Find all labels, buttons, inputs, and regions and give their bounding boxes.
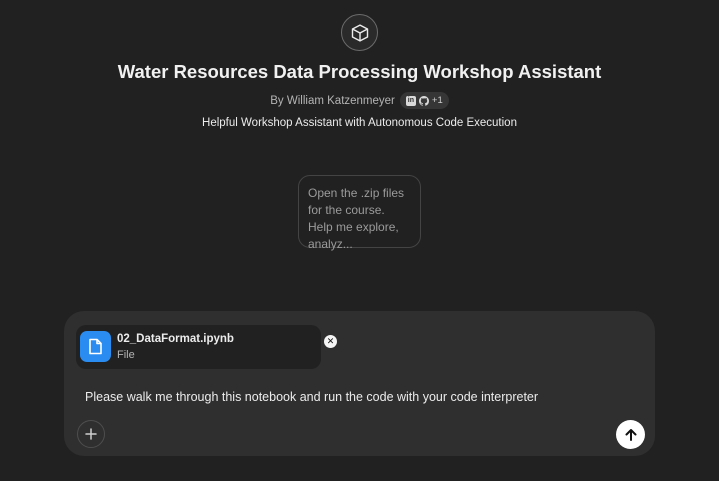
author-name[interactable]: By William Katzenmeyer — [270, 95, 395, 107]
gpt-description: Helpful Workshop Assistant with Autonomo… — [202, 117, 517, 129]
gpt-title: Water Resources Data Processing Workshop… — [117, 61, 602, 82]
file-icon — [80, 331, 111, 362]
conversation-starter[interactable]: Open the .zip files for the course. Help… — [298, 175, 421, 251]
close-icon[interactable]: ✕ — [324, 335, 337, 348]
gpt-home: Water Resources Data Processing Workshop… — [0, 0, 719, 481]
github-icon — [418, 95, 429, 106]
social-extra-count: +1 — [431, 95, 443, 106]
arrow-up-icon — [625, 428, 636, 441]
cube-icon — [341, 14, 378, 51]
prompt-input[interactable]: Please walk me through this notebook and… — [85, 390, 635, 404]
file-type: File — [117, 349, 135, 361]
attached-file-chip[interactable]: 02_DataFormat.ipynb File ✕ — [76, 325, 337, 369]
author-byline: By William Katzenmeyer in +1 — [0, 92, 719, 109]
file-name: 02_DataFormat.ipynb — [117, 333, 234, 345]
linkedin-icon: in — [405, 95, 416, 106]
message-composer: 02_DataFormat.ipynb File ✕ Please walk m… — [64, 311, 655, 456]
attach-button[interactable] — [77, 420, 105, 448]
conversation-starter-text: Open the .zip files for the course. Help… — [308, 186, 405, 251]
send-button[interactable] — [616, 420, 645, 449]
plus-icon — [85, 428, 97, 440]
social-links-badge[interactable]: in +1 — [399, 92, 449, 109]
